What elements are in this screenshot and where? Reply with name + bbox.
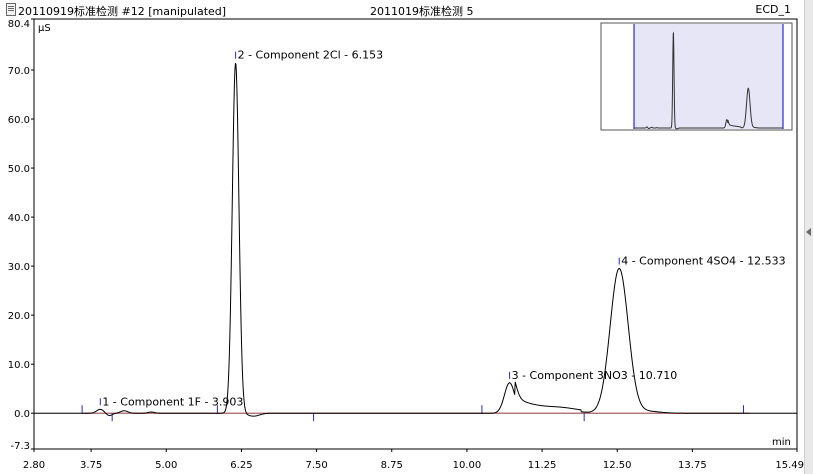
x-tick-label: 7.50 [305,460,327,471]
x-tick-label: 13.75 [678,460,707,471]
x-tick-label: 6.25 [230,460,252,471]
collapse-arrow-icon[interactable] [806,228,811,236]
y-tick-label: 20.0 [8,311,30,322]
y-tick-label: -7.3 [10,441,30,452]
chromatogram-chart[interactable]: µS min 80.470.060.050.040.030.020.010.00… [0,0,804,474]
y-tick-label: 10.0 [8,360,30,371]
x-tick-label: 3.75 [80,460,102,471]
x-tick-label: 15.49 [775,460,804,471]
y-tick-label: 30.0 [8,262,30,273]
overview-inset[interactable] [600,22,793,131]
y-tick-label: 80.4 [8,19,30,30]
y-tick-label: 0.0 [14,409,30,420]
x-tick-label: 5.00 [155,460,177,471]
y-axis: 80.4 70.0 60.0 50.0 40.0 30.0 20.0 10.0 0.0 -7.3 [8,18,34,452]
peak-label: 4 - Component 4SO4 - 12.533 [621,255,785,268]
y-tick-label: 40.0 [8,213,30,224]
splitter-handle[interactable] [804,0,813,474]
y-tick-label: 60.0 [8,115,30,126]
peak-label: 2 - Component 2Cl - 6.153 [238,49,384,62]
x-axis: 2.80 3.75 5.00 6.25 7.50 8.75 10.00 11.25 12.50 1… [23,449,804,471]
inset-zoom-region [634,24,783,129]
peak-label: 3 - Component 3NO3 - 10.710 [512,369,678,382]
y-axis-unit: µS [38,23,51,34]
x-axis-unit: min [772,437,791,448]
peak-label: 1 - Component 1F - 3.903 [102,395,243,408]
x-tick-label: 10.00 [453,460,482,471]
x-tick-label: 8.75 [381,460,403,471]
x-tick-label: 2.80 [23,460,45,471]
x-tick-label: 12.50 [603,460,632,471]
x-tick-label: 11.25 [528,460,557,471]
y-tick-label: 50.0 [8,164,30,175]
y-tick-label: 70.0 [8,66,30,77]
